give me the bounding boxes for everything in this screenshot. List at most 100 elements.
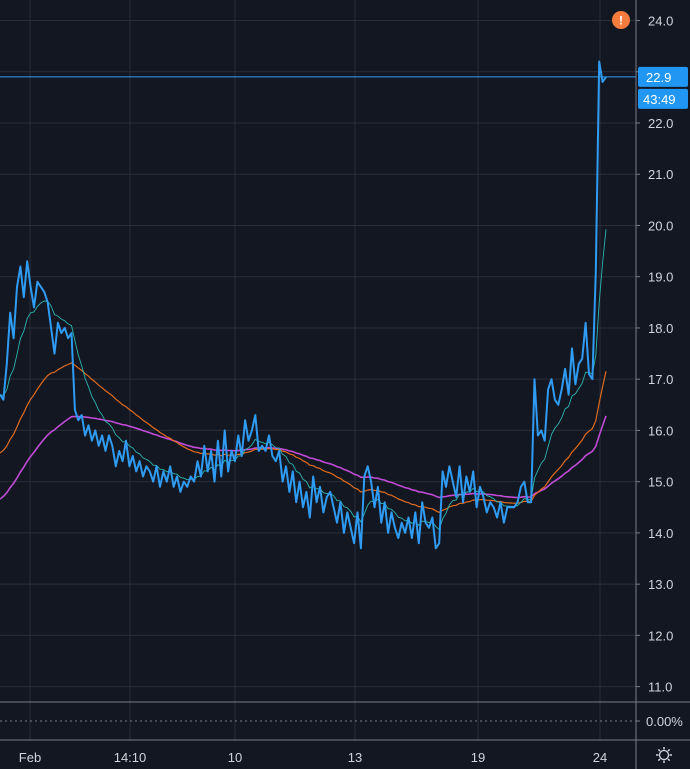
price-point	[574, 383, 576, 385]
price-point	[503, 522, 505, 524]
price-point	[125, 440, 127, 442]
price-point	[152, 481, 154, 483]
y-tick-label: 19.0	[648, 270, 673, 285]
price-point	[302, 506, 304, 508]
price-point	[520, 486, 522, 488]
price-point	[326, 496, 328, 498]
y-tick-label: 12.0	[648, 628, 673, 643]
price-point	[88, 424, 90, 426]
price-point	[489, 501, 491, 503]
countdown-label: 43:49	[643, 92, 676, 107]
price-point	[248, 440, 250, 442]
price-point	[105, 450, 107, 452]
price-point	[418, 542, 420, 544]
price-point	[598, 61, 600, 63]
price-point	[292, 470, 294, 472]
price-point	[435, 547, 437, 549]
price-point	[231, 450, 233, 452]
price-point	[26, 260, 28, 262]
price-point	[217, 440, 219, 442]
price-point	[278, 450, 280, 452]
price-point	[224, 429, 226, 431]
price-point	[445, 486, 447, 488]
price-point	[377, 486, 379, 488]
price-point	[30, 286, 32, 288]
y-tick-label: 14.0	[648, 526, 673, 541]
series-layer	[0, 60, 636, 550]
price-point	[145, 465, 147, 467]
gear-icon-tooth	[657, 748, 661, 752]
price-point	[285, 465, 287, 467]
price-point	[568, 394, 570, 396]
price-point	[581, 358, 583, 360]
gear-icon-ring	[658, 749, 670, 761]
price-point	[397, 537, 399, 539]
price-point	[469, 491, 471, 493]
price-point	[108, 435, 110, 437]
price-point	[6, 363, 8, 365]
alert-icon-label: !	[619, 14, 623, 28]
price-point	[329, 491, 331, 493]
price-point	[357, 511, 359, 513]
price-point	[234, 460, 236, 462]
price-point	[370, 481, 372, 483]
price-point	[322, 511, 324, 513]
price-point	[54, 353, 56, 355]
price-point	[251, 429, 253, 431]
y-tick-label: 24.0	[648, 13, 673, 28]
price-chart[interactable]: 24.023.022.021.020.019.018.017.016.015.0…	[0, 0, 690, 769]
price-point	[506, 506, 508, 508]
price-point	[350, 527, 352, 529]
price-point	[265, 450, 267, 452]
price-point	[534, 378, 536, 380]
price-point	[411, 537, 413, 539]
price-point	[479, 486, 481, 488]
x-tick-label: 14:10	[114, 750, 147, 765]
price-point	[408, 517, 410, 519]
grid-layer	[0, 0, 636, 740]
price-point	[367, 465, 369, 467]
price-point	[391, 511, 393, 513]
gear-icon-tooth	[657, 758, 661, 762]
price-point	[214, 481, 216, 483]
price-point	[343, 532, 345, 534]
price-point	[91, 440, 93, 442]
price-point	[36, 281, 38, 283]
price-point	[135, 470, 137, 472]
price-point	[50, 327, 52, 329]
price-point	[288, 491, 290, 493]
price-point	[462, 501, 464, 503]
price-point	[237, 435, 239, 437]
price-point	[169, 465, 171, 467]
price-point	[316, 501, 318, 503]
price-point	[517, 501, 519, 503]
price-point	[57, 322, 59, 324]
price-point	[346, 511, 348, 513]
price-point	[333, 506, 335, 508]
price-point	[186, 486, 188, 488]
price-point	[241, 455, 243, 457]
price-point	[98, 445, 100, 447]
x-tick-label: 10	[228, 750, 242, 765]
alert-icon[interactable]: !	[612, 11, 630, 29]
x-tick-label: Feb	[19, 750, 41, 765]
price-point	[561, 388, 563, 390]
y-tick-label: 18.0	[648, 321, 673, 336]
price-point	[176, 476, 178, 478]
price-point	[101, 435, 103, 437]
gear-icon[interactable]	[656, 747, 672, 763]
price-point	[431, 517, 433, 519]
price-point	[197, 460, 199, 462]
price-point	[544, 440, 546, 442]
price-point	[394, 527, 396, 529]
price-point	[162, 470, 164, 472]
price-point	[64, 327, 66, 329]
price-point	[183, 481, 185, 483]
y-tick-label: 21.0	[648, 167, 673, 182]
price-point	[387, 532, 389, 534]
price-point	[139, 460, 141, 462]
price-point	[363, 476, 365, 478]
price-point	[142, 476, 144, 478]
price-point	[254, 414, 256, 416]
y-tick-label: 15.0	[648, 475, 673, 490]
